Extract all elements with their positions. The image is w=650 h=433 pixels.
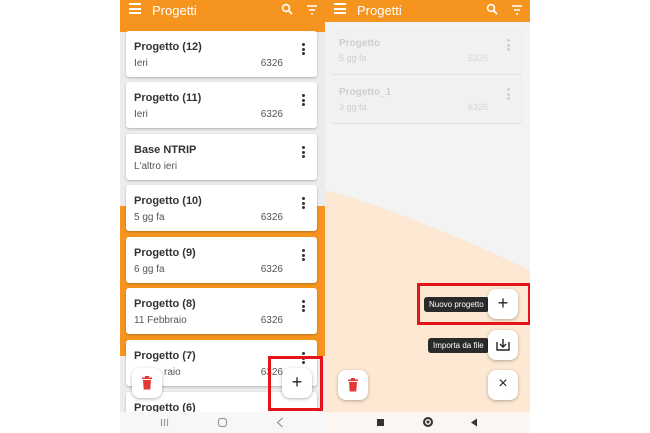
project-card[interactable]: Progetto_1 3 gg fa 6326 bbox=[331, 77, 522, 123]
project-name: Progetto (8) bbox=[134, 298, 196, 310]
more-vert-icon[interactable] bbox=[302, 146, 305, 160]
project-code: 6326 bbox=[260, 58, 283, 69]
project-name: Progetto (10) bbox=[134, 195, 202, 207]
more-vert-icon[interactable] bbox=[507, 39, 510, 53]
project-code: 6326 bbox=[467, 102, 488, 112]
download-icon bbox=[496, 339, 510, 351]
highlight-box bbox=[417, 283, 530, 325]
project-date: 5 gg fa bbox=[339, 53, 367, 63]
close-icon: × bbox=[498, 375, 508, 392]
project-date: L'altro ieri bbox=[134, 161, 178, 172]
search-icon[interactable] bbox=[486, 3, 498, 15]
project-code: 6326 bbox=[467, 53, 488, 63]
phone-left: Progetti Progetto (12) Ieri 6326 Progett… bbox=[120, 0, 325, 433]
project-code: 6326 bbox=[260, 264, 283, 275]
recents-icon[interactable] bbox=[160, 418, 169, 427]
project-name: Progetto bbox=[339, 38, 381, 49]
menu-icon[interactable] bbox=[334, 3, 346, 14]
close-menu-button[interactable]: × bbox=[488, 370, 518, 400]
more-vert-icon[interactable] bbox=[302, 94, 305, 108]
page-title: Progetti bbox=[357, 3, 402, 18]
project-code: 6326 bbox=[260, 212, 283, 223]
highlight-box bbox=[268, 356, 323, 411]
more-vert-icon[interactable] bbox=[507, 88, 510, 102]
project-date: raio bbox=[164, 367, 181, 378]
recents-icon[interactable] bbox=[377, 419, 384, 426]
project-card[interactable]: Progetto (12) Ieri 6326 bbox=[126, 31, 317, 77]
back-icon[interactable] bbox=[470, 418, 478, 427]
app-bar: Progetti bbox=[325, 0, 530, 22]
home-icon[interactable] bbox=[423, 417, 433, 427]
trash-icon bbox=[142, 376, 152, 390]
project-date: 6 gg fa bbox=[134, 264, 165, 275]
menu-icon[interactable] bbox=[129, 3, 141, 14]
home-icon[interactable] bbox=[217, 417, 228, 428]
trash-icon bbox=[348, 378, 358, 392]
project-name: Progetto (12) bbox=[134, 41, 202, 53]
system-nav-bar bbox=[325, 412, 530, 433]
project-date: Ieri bbox=[134, 58, 148, 69]
project-date: 5 gg fa bbox=[134, 212, 165, 223]
project-date: Ieri bbox=[134, 109, 148, 120]
delete-button[interactable] bbox=[132, 368, 162, 398]
project-name: Progetto (11) bbox=[134, 92, 202, 104]
project-code: 6326 bbox=[260, 315, 283, 326]
project-name: Base NTRIP bbox=[134, 144, 197, 156]
filter-icon[interactable] bbox=[511, 4, 523, 16]
more-vert-icon[interactable] bbox=[302, 249, 305, 263]
more-vert-icon[interactable] bbox=[302, 197, 305, 211]
project-card[interactable]: Progetto (10) 5 gg fa 6326 bbox=[126, 185, 317, 231]
project-card[interactable]: Progetto (11) Ieri 6326 bbox=[126, 82, 317, 128]
import-file-button[interactable] bbox=[488, 330, 518, 360]
delete-button[interactable] bbox=[338, 370, 368, 400]
project-name: Progetto_1 bbox=[339, 87, 392, 98]
search-icon[interactable] bbox=[281, 3, 293, 15]
project-date: 3 gg fa bbox=[339, 102, 367, 112]
more-vert-icon[interactable] bbox=[302, 300, 305, 314]
app-bar: Progetti bbox=[120, 0, 325, 22]
phone-right: Progetti Progetto 5 gg fa 6326 Progetto_… bbox=[325, 0, 530, 433]
project-name: Progetto (9) bbox=[134, 247, 196, 259]
project-card[interactable]: Progetto (8) 11 Febbraio 6326 bbox=[126, 288, 317, 334]
system-nav-bar bbox=[120, 412, 325, 433]
page-title: Progetti bbox=[152, 3, 197, 18]
project-name: Progetto (7) bbox=[134, 350, 196, 362]
project-date: 11 Febbraio bbox=[134, 315, 187, 326]
project-code: 6326 bbox=[260, 109, 283, 120]
back-icon[interactable] bbox=[276, 417, 284, 428]
project-card[interactable]: Progetto 5 gg fa 6326 bbox=[331, 28, 522, 74]
filter-icon[interactable] bbox=[306, 4, 318, 16]
project-card[interactable]: Base NTRIP L'altro ieri bbox=[126, 134, 317, 180]
more-vert-icon[interactable] bbox=[302, 43, 305, 57]
import-file-label[interactable]: Importa da file bbox=[428, 338, 489, 353]
project-card[interactable]: Progetto (9) 6 gg fa 6326 bbox=[126, 237, 317, 283]
